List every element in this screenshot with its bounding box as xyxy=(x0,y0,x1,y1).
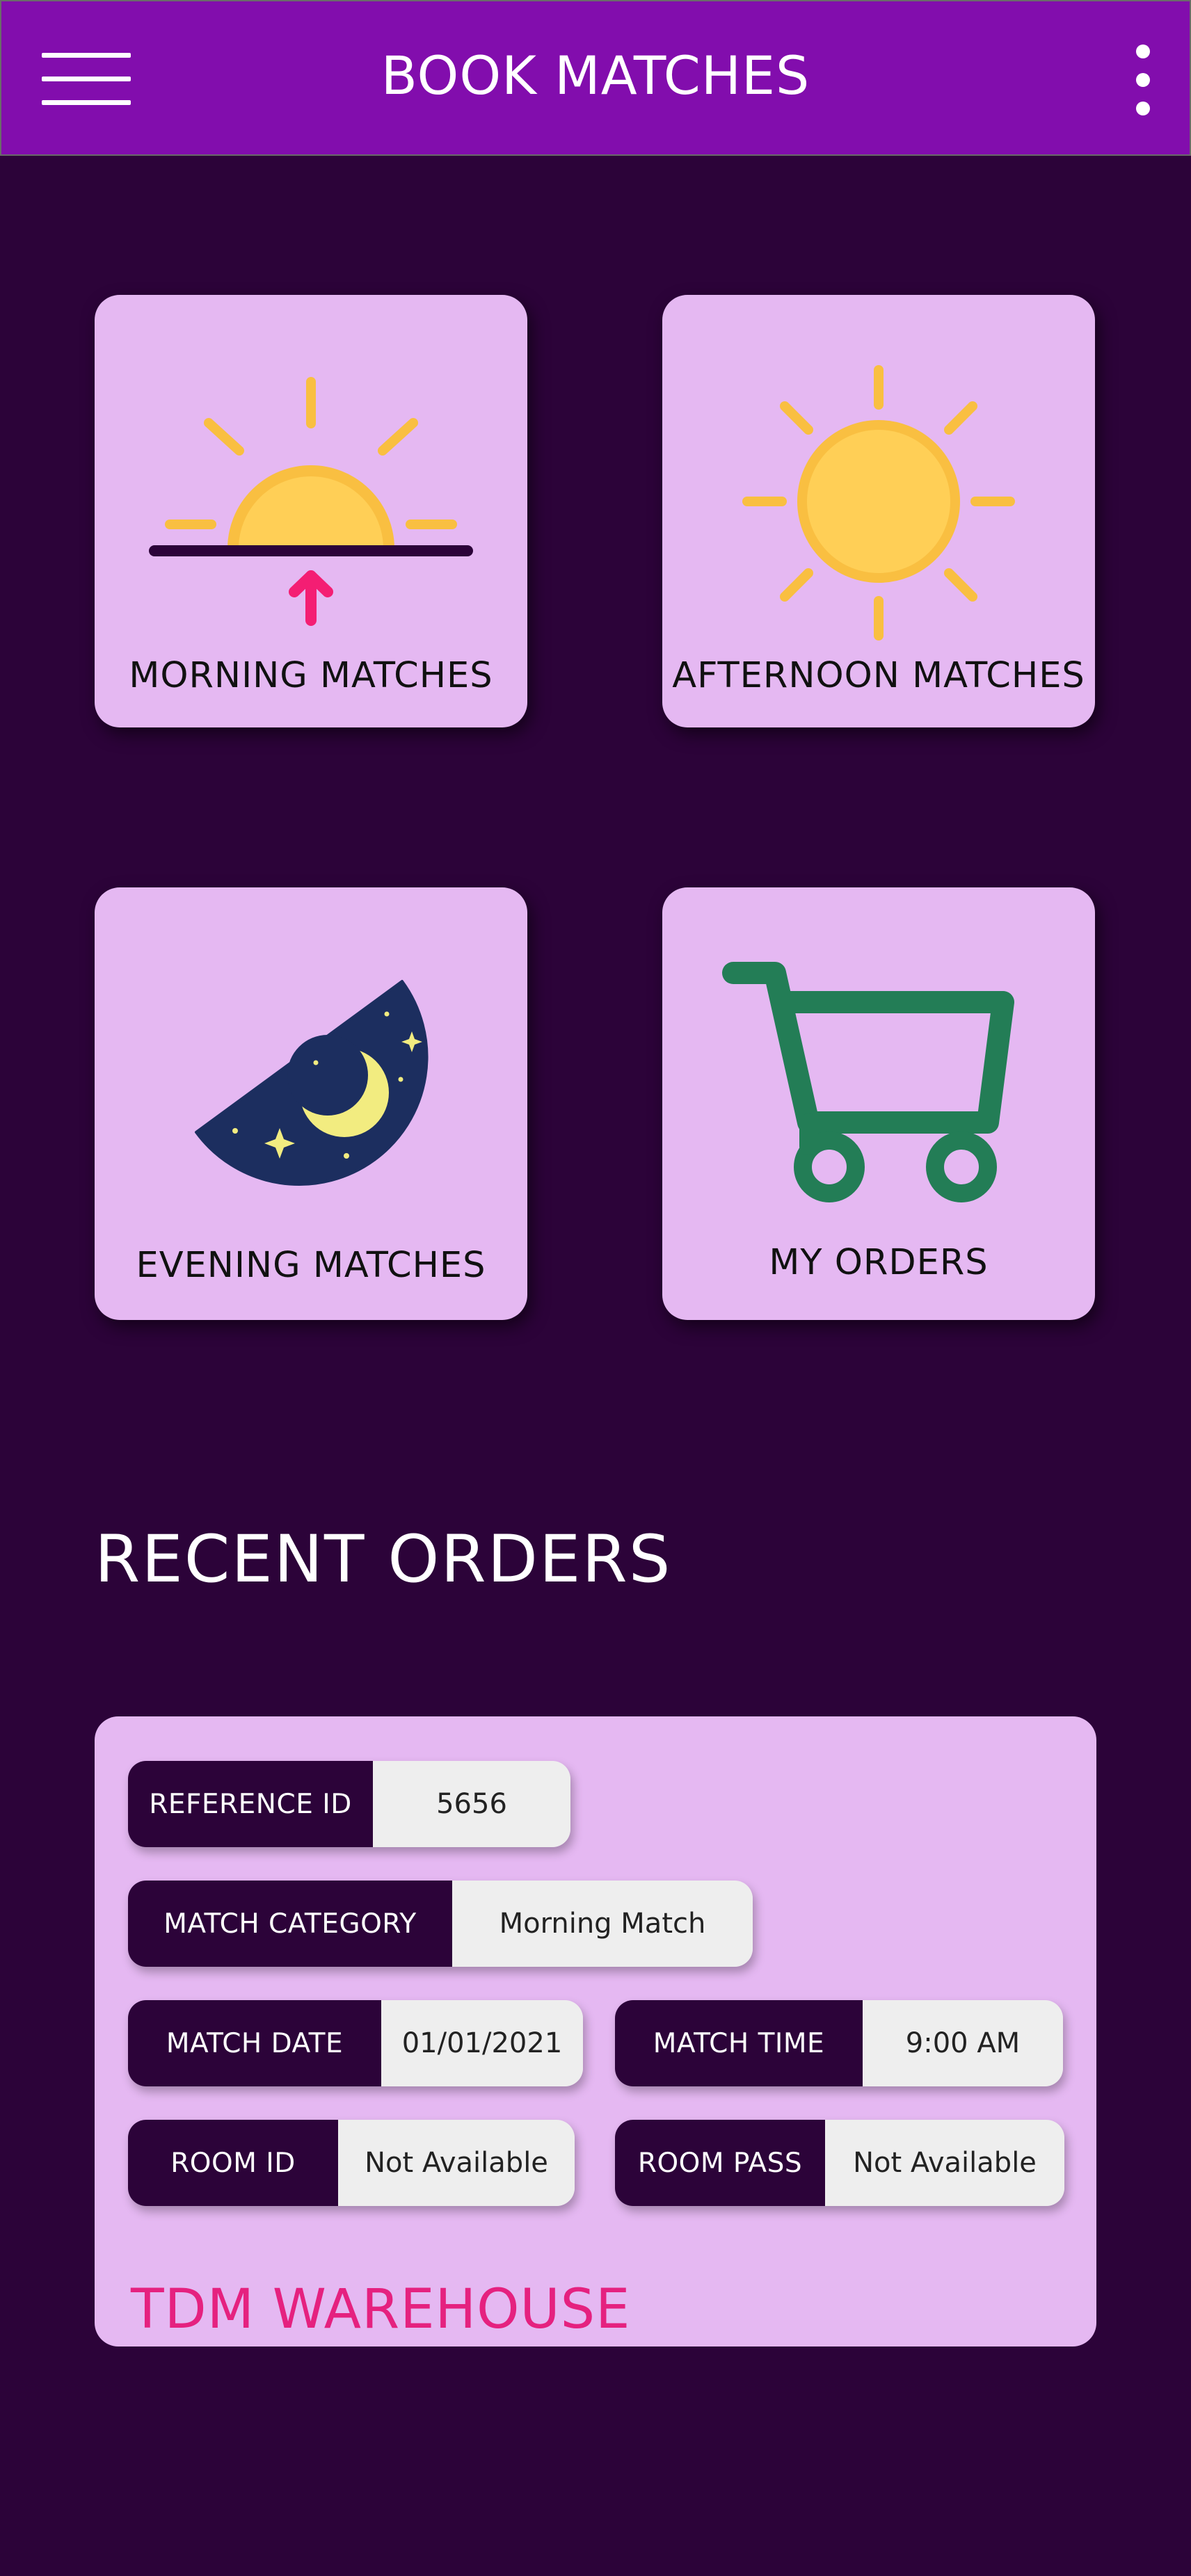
dot xyxy=(1136,73,1150,87)
dot xyxy=(1136,45,1150,58)
room-pass-field: ROOM PASS Not Available xyxy=(615,2120,1064,2206)
room-id-field: ROOM ID Not Available xyxy=(128,2120,575,2206)
reference-id-field: REFERENCE ID 5656 xyxy=(128,1761,570,1847)
field-label: REFERENCE ID xyxy=(128,1761,373,1847)
recent-orders-heading: RECENT ORDERS xyxy=(95,1522,672,1597)
field-label: ROOM ID xyxy=(128,2120,338,2206)
field-value: 5656 xyxy=(373,1761,570,1847)
app-bar: BOOK MATCHES xyxy=(0,0,1191,156)
tile-label: AFTERNOON MATCHES xyxy=(672,655,1085,696)
afternoon-matches-tile[interactable]: AFTERNOON MATCHES xyxy=(662,295,1095,727)
match-date-field: MATCH DATE 01/01/2021 xyxy=(128,2000,583,2086)
tile-label: MORNING MATCHES xyxy=(129,655,493,696)
order-card[interactable]: REFERENCE ID 5656 MATCH CATEGORY Morning… xyxy=(95,1716,1096,2346)
tile-label: EVENING MATCHES xyxy=(136,1245,486,1286)
page-title: BOOK MATCHES xyxy=(381,45,810,106)
field-label: MATCH CATEGORY xyxy=(128,1881,452,1967)
field-value: 01/01/2021 xyxy=(381,2000,583,2086)
field-value: Not Available xyxy=(338,2120,575,2206)
my-orders-tile[interactable]: MY ORDERS xyxy=(662,887,1095,1320)
brand-name: TDM WAREHOUSE xyxy=(131,2278,631,2341)
morning-matches-tile[interactable]: MORNING MATCHES xyxy=(95,295,527,727)
more-vertical-icon[interactable] xyxy=(1128,42,1156,118)
field-value: Not Available xyxy=(825,2120,1064,2206)
field-value: 9:00 AM xyxy=(863,2000,1063,2086)
tile-label: MY ORDERS xyxy=(769,1242,989,1283)
field-value: Morning Match xyxy=(452,1881,753,1967)
match-category-field: MATCH CATEGORY Morning Match xyxy=(128,1881,753,1967)
match-time-field: MATCH TIME 9:00 AM xyxy=(615,2000,1063,2086)
field-label: MATCH DATE xyxy=(128,2000,381,2086)
field-label: MATCH TIME xyxy=(615,2000,863,2086)
dot xyxy=(1136,102,1150,115)
evening-matches-tile[interactable]: EVENING MATCHES xyxy=(95,887,527,1320)
field-label: ROOM PASS xyxy=(615,2120,825,2206)
